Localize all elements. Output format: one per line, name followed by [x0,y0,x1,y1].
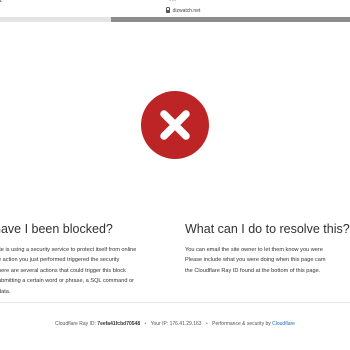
ray-id-label: Cloudflare Ray ID: [55,321,96,327]
resolve-text: You can email the site owner to let them… [185,245,326,276]
performance-text: Performance & security by [212,321,271,327]
hero-section [0,22,350,190]
x-mark-icon [160,110,190,140]
edge-character: z [0,0,2,4]
page: z ••• dizwatch.net have I been blocked? … [0,0,350,350]
footer-divider [0,302,350,303]
resolve-line: the Cloudflare Ray ID found at the botto… [185,267,321,274]
why-blocked-line: ite is using a security service to prote… [0,247,137,253]
resolve-line: You can email the site owner to let them… [185,247,323,253]
ip-value: 176.41.29.163 [169,321,202,327]
footer-separator: • [144,321,147,327]
more-options-dots[interactable]: ••• [169,0,176,4]
ip-label: Your IP: [150,321,169,327]
why-blocked-heading: have I been blocked? [0,222,113,236]
address-bar[interactable]: dizwatch.net [58,5,308,16]
footer-separator: • [205,321,208,327]
resolve-line: Please include what you were doing when … [185,257,326,264]
url-text: dizwatch.net [172,7,201,14]
why-blocked-line: ubmitting a certain word or phrase, a SQ… [0,278,134,285]
why-blocked-text: ite is using a security service to prote… [0,245,136,297]
cloudflare-link[interactable]: Cloudflare [272,321,295,327]
why-blocked-line: e action you just performed triggered th… [0,257,120,264]
browser-top-bar: z ••• dizwatch.net [0,0,350,22]
resolve-heading: What can I do to resolve this? [185,222,350,236]
why-blocked-line: data. [0,288,11,295]
content-section: have I been blocked? ite is using a secu… [0,190,350,350]
footer: Cloudflare Ray ID: 7eefa41fcbd70548 • Yo… [0,321,350,327]
error-x-icon [141,91,209,159]
why-blocked-line: here are several actions that could trig… [0,267,126,274]
ray-id-value: 7eefa41fcbd70548 [97,321,141,327]
lock-icon [165,7,171,13]
